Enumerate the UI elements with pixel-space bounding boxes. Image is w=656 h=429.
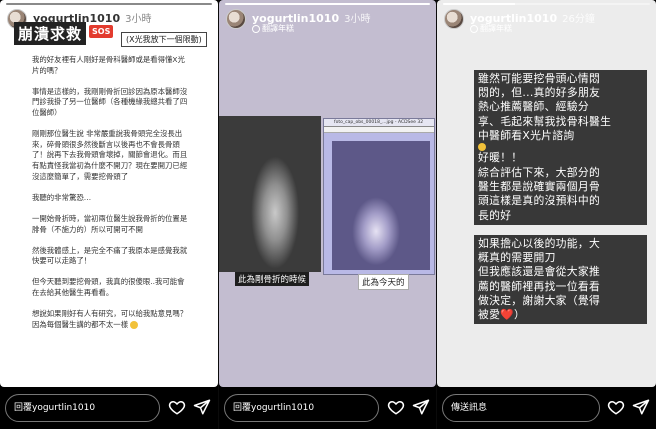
text-box-decision: 如果擔心以後的功能，大 概真的需要開刀 但我應該還是會從大家推 薦的醫師裡再找一…: [474, 235, 647, 325]
story-progress: [443, 3, 650, 5]
send-button[interactable]: [412, 398, 430, 416]
paragraph: 事情是這樣的，我剛剛骨折回診因為原本醫師沒門診我掛了另一位醫師（各種機緣我總共看…: [32, 86, 188, 117]
avatar[interactable]: [444, 9, 464, 29]
smile-emoji-icon: [130, 320, 139, 329]
story-reply-bar: 傳送訊息: [437, 390, 656, 429]
story-panel-2[interactable]: yogurtlin1010 3小時 翻譯年糕 foto_cap_obs_00018…: [219, 0, 436, 429]
send-button[interactable]: [632, 398, 650, 416]
paragraph-last: 想說如果剛好有人有研究，可以給我點意見嗎？因為每個醫生講的都不太一樣: [32, 309, 188, 329]
send-button[interactable]: [193, 398, 211, 416]
story-header: yogurtlin1010 26分鐘 翻譯年糕: [444, 9, 650, 35]
story-reply-bar: 回覆yogurtlin1010: [219, 390, 436, 429]
story-reply-bar: 回覆yogurtlin1010: [0, 390, 218, 429]
story-body-text: 我的好友裡有人剛好是骨科醫師或是看得懂X光片的嗎？ 事情是這樣的，我剛剛骨折回診…: [32, 55, 190, 341]
paper-plane-icon: [193, 399, 211, 415]
globe-icon: [470, 24, 478, 33]
text-box-assessment: 綜合評估下來，大部分的 醫生都是說確實兩個月骨 頭這樣是真的沒預料中的 長的好: [474, 164, 647, 225]
caption-right: 此為今天的: [358, 274, 409, 290]
next-story-note: (X光我放下一個限動): [121, 32, 207, 47]
like-button[interactable]: [607, 398, 625, 416]
paragraph: 然後我體感上，是完全不痛了我原本是感覺我就快要可以走路了！: [32, 245, 188, 266]
heart-outline-icon: [387, 400, 405, 415]
avatar[interactable]: [226, 9, 246, 29]
story-panel-3[interactable]: yogurtlin1010 26分鐘 翻譯年糕 雖然可能要挖骨頭心情悶 悶的，但.…: [437, 0, 656, 429]
translate-label[interactable]: 翻譯年糕: [252, 23, 294, 34]
paragraph: 我聽的非常驚恐…: [32, 192, 92, 202]
story-progress: [6, 3, 212, 5]
paragraph: 但今天聽到要挖骨頭，我真的很傻眼..我可能會在去給其他醫生再看看。: [32, 277, 185, 298]
progress-segment: [225, 3, 430, 5]
progress-segment: [6, 3, 212, 5]
smile-emoji-icon: [478, 143, 486, 152]
paragraph: 我的好友裡有人剛好是骨科醫師或是看得懂X光片的嗎？: [32, 55, 185, 75]
translate-label[interactable]: 翻譯年糕: [470, 23, 512, 34]
text-box-gratitude: 雖然可能要挖骨頭心情悶 悶的，但...真的好多朋友 熱心推薦醫師、經驗分 享、毛…: [474, 70, 647, 168]
globe-icon: [252, 24, 260, 33]
heart-emoji-icon: ❤️: [500, 308, 514, 322]
story-title: 崩潰求救: [14, 22, 87, 45]
sos-badge: SOS: [88, 24, 115, 39]
paper-plane-icon: [412, 399, 430, 415]
window-title: foto_cap_obs_00018_...jpg - ACDSee 32: [324, 119, 434, 127]
caption-left: 此為剛骨折的時候: [235, 272, 310, 286]
like-button[interactable]: [387, 398, 405, 416]
reply-input[interactable]: 回覆yogurtlin1010: [5, 394, 160, 422]
xray-image-today: [332, 141, 430, 270]
window-menu: [324, 127, 434, 133]
story-panel-1[interactable]: yogurtlin1010 3小時 崩潰求救 SOS (X光我放下一個限動) 我的…: [0, 0, 218, 429]
story-content[interactable]: yogurtlin1010 3小時 崩潰求救 SOS (X光我放下一個限動) 我的…: [0, 0, 218, 387]
post-time: 26分鐘: [562, 14, 595, 25]
paper-plane-icon: [632, 399, 650, 415]
message-input[interactable]: 傳送訊息: [442, 394, 600, 422]
post-time: 3小時: [125, 14, 152, 25]
story-content[interactable]: yogurtlin1010 3小時 翻譯年糕 foto_cap_obs_00018…: [219, 0, 436, 387]
post-time: 3小時: [344, 14, 371, 25]
story-header: yogurtlin1010 3小時 翻譯年糕: [226, 9, 430, 35]
xray-viewer-window: foto_cap_obs_00018_...jpg - ACDSee 32: [323, 118, 435, 275]
heart-outline-icon: [607, 400, 625, 415]
reply-input[interactable]: 回覆yogurtlin1010: [224, 394, 379, 422]
like-button[interactable]: [168, 398, 186, 416]
xray-image-initial: [219, 116, 321, 272]
story-content[interactable]: yogurtlin1010 26分鐘 翻譯年糕 雖然可能要挖骨頭心情悶 悶的，但.…: [437, 0, 656, 387]
story-progress: [225, 3, 430, 5]
heart-outline-icon: [168, 400, 186, 415]
paragraph: 一開始骨折時，當初兩位醫生說我骨折的位置是腓骨（不施力的）所以可開可不開: [32, 213, 188, 234]
paragraph: 剛剛那位醫生說 非常嚴重說我骨頭完全沒長出來，碎骨頭很多然後斷言以後再也不會長骨…: [32, 129, 188, 181]
progress-segment: [443, 3, 650, 5]
